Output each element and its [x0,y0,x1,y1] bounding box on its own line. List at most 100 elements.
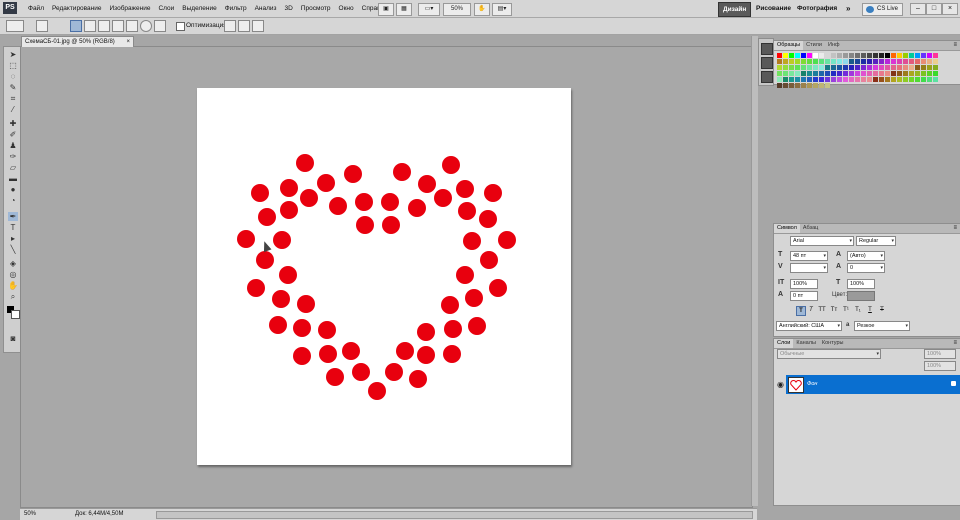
minibridge-icon[interactable]: ▦ [396,3,412,16]
more-workspaces-button[interactable]: » [842,2,854,15]
color-swatch[interactable] [903,71,908,76]
stamp-tool-icon[interactable]: ♟ [8,141,18,150]
status-zoom[interactable]: 50% [24,509,36,520]
color-swatch[interactable] [813,53,818,58]
menu-view[interactable]: Просмотр [297,0,335,17]
color-swatch[interactable] [825,59,830,64]
tracking-field[interactable]: 0 [847,263,885,273]
dodge-tool-icon[interactable]: ◔ [8,196,18,205]
color-swatch[interactable] [927,59,932,64]
color-swatch[interactable] [879,59,884,64]
marquee-tool-icon[interactable]: ⬚ [8,61,18,70]
color-swatch[interactable] [867,65,872,70]
color-swatch[interactable] [891,53,896,58]
color-swatch[interactable] [921,65,926,70]
vertical-scrollbar[interactable] [751,36,758,506]
color-swatch[interactable] [783,53,788,58]
color-swatch[interactable] [837,59,842,64]
optimization-checkbox[interactable] [176,22,185,31]
gradient-tool-icon[interactable]: ▬ [8,174,18,183]
language-select[interactable]: Английский: США [776,321,842,331]
color-swatch[interactable] [801,59,806,64]
color-swatch[interactable] [915,71,920,76]
color-swatch[interactable] [891,77,896,82]
arrange-documents-icon[interactable]: ▤▾ [492,3,512,16]
color-swatch[interactable] [777,77,782,82]
color-swatch[interactable] [789,53,794,58]
color-swatch[interactable] [819,53,824,58]
tab-styles[interactable]: Стили [803,41,825,50]
color-swatch[interactable] [885,65,890,70]
color-swatch[interactable] [837,71,842,76]
path-selection-tool-icon[interactable]: ▸ [8,234,18,243]
horizontal-scrollbar[interactable] [156,511,753,519]
all-caps-icon[interactable]: TT [818,306,826,314]
paths-mode-icon[interactable] [70,20,82,32]
color-swatch[interactable] [879,77,884,82]
color-swatch[interactable] [819,83,824,88]
color-swatch[interactable] [897,77,902,82]
color-swatch[interactable] [891,59,896,64]
document-tab-close[interactable]: × [126,37,130,47]
color-swatch[interactable] [777,71,782,76]
color-swatch[interactable] [861,77,866,82]
color-swatch[interactable] [903,65,908,70]
actions-panel-icon[interactable] [761,57,773,69]
blur-tool-icon[interactable]: ● [8,185,18,194]
color-swatch[interactable] [909,59,914,64]
color-swatch[interactable] [879,71,884,76]
color-swatch[interactable] [849,53,854,58]
antialias-select[interactable]: Резкое [854,321,910,331]
color-swatch[interactable] [843,71,848,76]
color-swatch[interactable] [789,83,794,88]
color-swatch[interactable] [831,77,836,82]
color-swatch[interactable] [921,71,926,76]
color-swatch[interactable] [915,59,920,64]
color-swatch[interactable] [831,71,836,76]
pen-tool-icon[interactable]: ✒ [8,212,18,221]
color-swatch[interactable] [879,53,884,58]
color-swatch[interactable] [813,77,818,82]
color-swatch[interactable] [819,71,824,76]
tab-channels[interactable]: Каналы [793,339,819,348]
tab-swatches[interactable]: Образцы [774,41,804,50]
color-swatch[interactable] [927,53,932,58]
color-swatch[interactable] [933,53,938,58]
horizontal-scale-field[interactable]: 100% [847,279,875,289]
color-swatch[interactable] [843,59,848,64]
color-swatch[interactable] [813,65,818,70]
color-swatch[interactable] [837,53,842,58]
lasso-tool-icon[interactable]: ◌ [8,72,18,81]
leading-field[interactable]: (Авто) [847,251,885,261]
color-swatch[interactable] [777,53,782,58]
color-swatch[interactable] [915,65,920,70]
color-swatch[interactable] [807,83,812,88]
color-swatch[interactable] [783,65,788,70]
visibility-eye-icon[interactable]: ◉ [777,380,784,389]
menu-analysis[interactable]: Анализ [251,0,281,17]
faux-bold-icon[interactable]: T [796,306,806,316]
ellipse-icon[interactable] [140,20,152,32]
color-swatch[interactable] [789,65,794,70]
color-swatch[interactable] [849,59,854,64]
color-swatch[interactable] [873,53,878,58]
color-swatch[interactable] [795,77,800,82]
quick-select-tool-icon[interactable]: ✎ [8,83,18,92]
color-swatch[interactable] [801,53,806,58]
subscript-icon[interactable]: T₁ [854,306,862,314]
color-swatch[interactable] [861,53,866,58]
color-swatch[interactable] [789,59,794,64]
color-swatch[interactable] [801,77,806,82]
color-swatch[interactable] [855,65,860,70]
color-swatch[interactable] [861,65,866,70]
color-swatch[interactable] [897,53,902,58]
color-swatch[interactable] [855,59,860,64]
color-swatch[interactable] [903,59,908,64]
color-swatch[interactable] [795,83,800,88]
3d-rotate-tool-icon[interactable]: ◈ [8,259,18,268]
color-swatch[interactable] [801,65,806,70]
vertical-scale-field[interactable]: 100% [790,279,818,289]
color-swatch[interactable] [873,65,878,70]
faux-italic-icon[interactable]: T [807,306,815,314]
brush-tool-icon[interactable]: ✐ [8,130,18,139]
